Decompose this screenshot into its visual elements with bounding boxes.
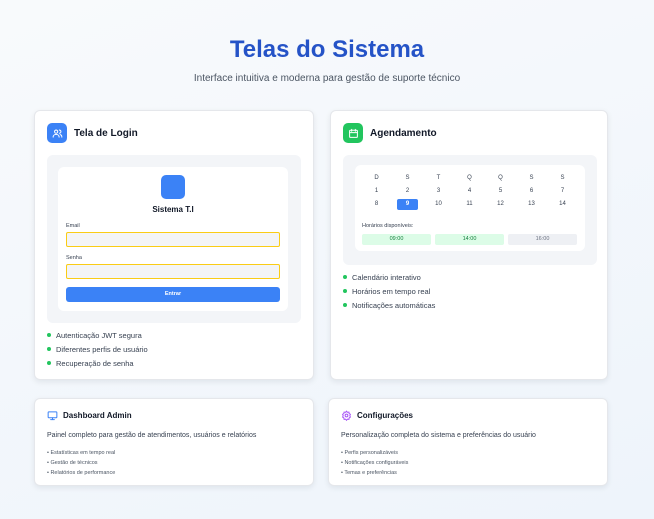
weekday-label: S <box>529 175 534 181</box>
card-title: Agendamento <box>370 127 437 139</box>
calendar-mock: D S T Q Q S S 1 2 3 4 5 6 7 8 9 10 11 12… <box>355 165 585 251</box>
week-row: 1 2 3 4 5 6 7 <box>361 186 579 199</box>
weekday-label: T <box>436 175 441 181</box>
bullet-icon <box>343 289 347 293</box>
email-label: Email <box>66 223 80 229</box>
feature-item: Horários em tempo real <box>343 284 435 298</box>
list-item: • Notificações configuráveis <box>341 460 409 466</box>
weekday-label: D <box>374 175 379 181</box>
calendar-day[interactable]: 14 <box>552 199 573 210</box>
calendar-day[interactable]: 13 <box>521 199 542 210</box>
calendar-day[interactable]: 4 <box>459 186 480 197</box>
calendar-grid: D S T Q Q S S 1 2 3 4 5 6 7 8 9 10 11 12… <box>361 173 579 212</box>
calendar-day[interactable]: 2 <box>397 186 418 197</box>
settings-items: • Perfis personalizáveis • Notificações … <box>341 448 408 478</box>
bullet-icon <box>343 303 347 307</box>
time-slot[interactable]: 14:00 <box>435 234 504 245</box>
card-description: Personalização completa do sistema e pre… <box>341 432 536 439</box>
login-screen-card: Tela de Login Sistema T.I Email Senha En… <box>34 110 314 380</box>
calendar-icon <box>343 123 363 143</box>
calendar-day[interactable]: 7 <box>552 186 573 197</box>
dashboard-items: • Estatísticas em tempo real • Gestão de… <box>47 448 115 478</box>
list-item: • Gestão de técnicos <box>47 460 98 466</box>
week-row: 8 9 10 11 12 13 14 <box>361 199 579 212</box>
password-field[interactable] <box>66 264 280 279</box>
bullet-icon <box>343 275 347 279</box>
app-logo <box>161 175 185 199</box>
password-label: Senha <box>66 255 82 261</box>
bullet-icon <box>47 361 51 365</box>
list-item: • Estatísticas em tempo real <box>47 450 116 456</box>
card-title: Tela de Login <box>74 127 138 139</box>
calendar-day[interactable]: 12 <box>490 199 511 210</box>
calendar-day[interactable]: 10 <box>428 199 449 210</box>
login-preview: Sistema T.I Email Senha Entrar <box>47 155 301 323</box>
gear-icon <box>341 410 352 421</box>
list-item: • Relatórios de performance <box>47 470 116 476</box>
calendar-day-selected[interactable]: 9 <box>397 199 418 210</box>
calendar-day[interactable]: 8 <box>366 199 387 210</box>
login-features: Autenticação JWT segura Diferentes perfi… <box>47 328 148 370</box>
page-subtitle: Interface intuitiva e moderna para gestã… <box>193 73 461 84</box>
time-slot-unavailable[interactable]: 16:00 <box>508 234 577 245</box>
card-title: Dashboard Admin <box>63 411 132 420</box>
time-slot[interactable]: 09:00 <box>362 234 431 245</box>
email-field[interactable] <box>66 232 280 247</box>
feature-item: Diferentes perfis de usuário <box>47 342 148 356</box>
feature-item: Notificações automáticas <box>343 298 435 312</box>
schedule-card: Agendamento D S T Q Q S S 1 2 3 4 5 6 7 … <box>330 110 608 380</box>
weekday-row: D S T Q Q S S <box>361 173 579 186</box>
slots-label: Horários disponíveis: <box>362 223 414 229</box>
feature-item: Recuperação de senha <box>47 356 148 370</box>
login-form-mock: Sistema T.I Email Senha Entrar <box>58 167 288 311</box>
page-title: Telas do Sistema <box>229 36 425 63</box>
calendar-day[interactable]: 1 <box>366 186 387 197</box>
card-title: Configurações <box>357 411 414 420</box>
bullet-icon <box>47 347 51 351</box>
calendar-day[interactable]: 3 <box>428 186 449 197</box>
calendar-day[interactable]: 11 <box>459 199 480 210</box>
dashboard-admin-card: Dashboard Admin Painel completo para ges… <box>34 398 314 486</box>
calendar-preview: D S T Q Q S S 1 2 3 4 5 6 7 8 9 10 11 12… <box>343 155 597 265</box>
feature-item: Calendário interativo <box>343 270 435 284</box>
app-name: Sistema T.I <box>152 205 194 214</box>
feature-item: Autenticação JWT segura <box>47 328 148 342</box>
calendar-day[interactable]: 6 <box>521 186 542 197</box>
settings-card: Configurações Personalização completa do… <box>328 398 608 486</box>
weekday-label: Q <box>467 175 472 181</box>
users-icon <box>47 123 67 143</box>
card-description: Painel completo para gestão de atendimen… <box>47 432 257 439</box>
list-item: • Perfis personalizáveis <box>341 450 398 456</box>
calendar-day[interactable]: 5 <box>490 186 511 197</box>
login-button[interactable]: Entrar <box>66 287 280 302</box>
bullet-icon <box>47 333 51 337</box>
schedule-features: Calendário interativo Horários em tempo … <box>343 270 435 312</box>
weekday-label: S <box>405 175 410 181</box>
list-item: • Temas e preferências <box>341 470 397 476</box>
weekday-label: S <box>560 175 565 181</box>
weekday-label: Q <box>498 175 503 181</box>
monitor-icon <box>47 410 58 421</box>
